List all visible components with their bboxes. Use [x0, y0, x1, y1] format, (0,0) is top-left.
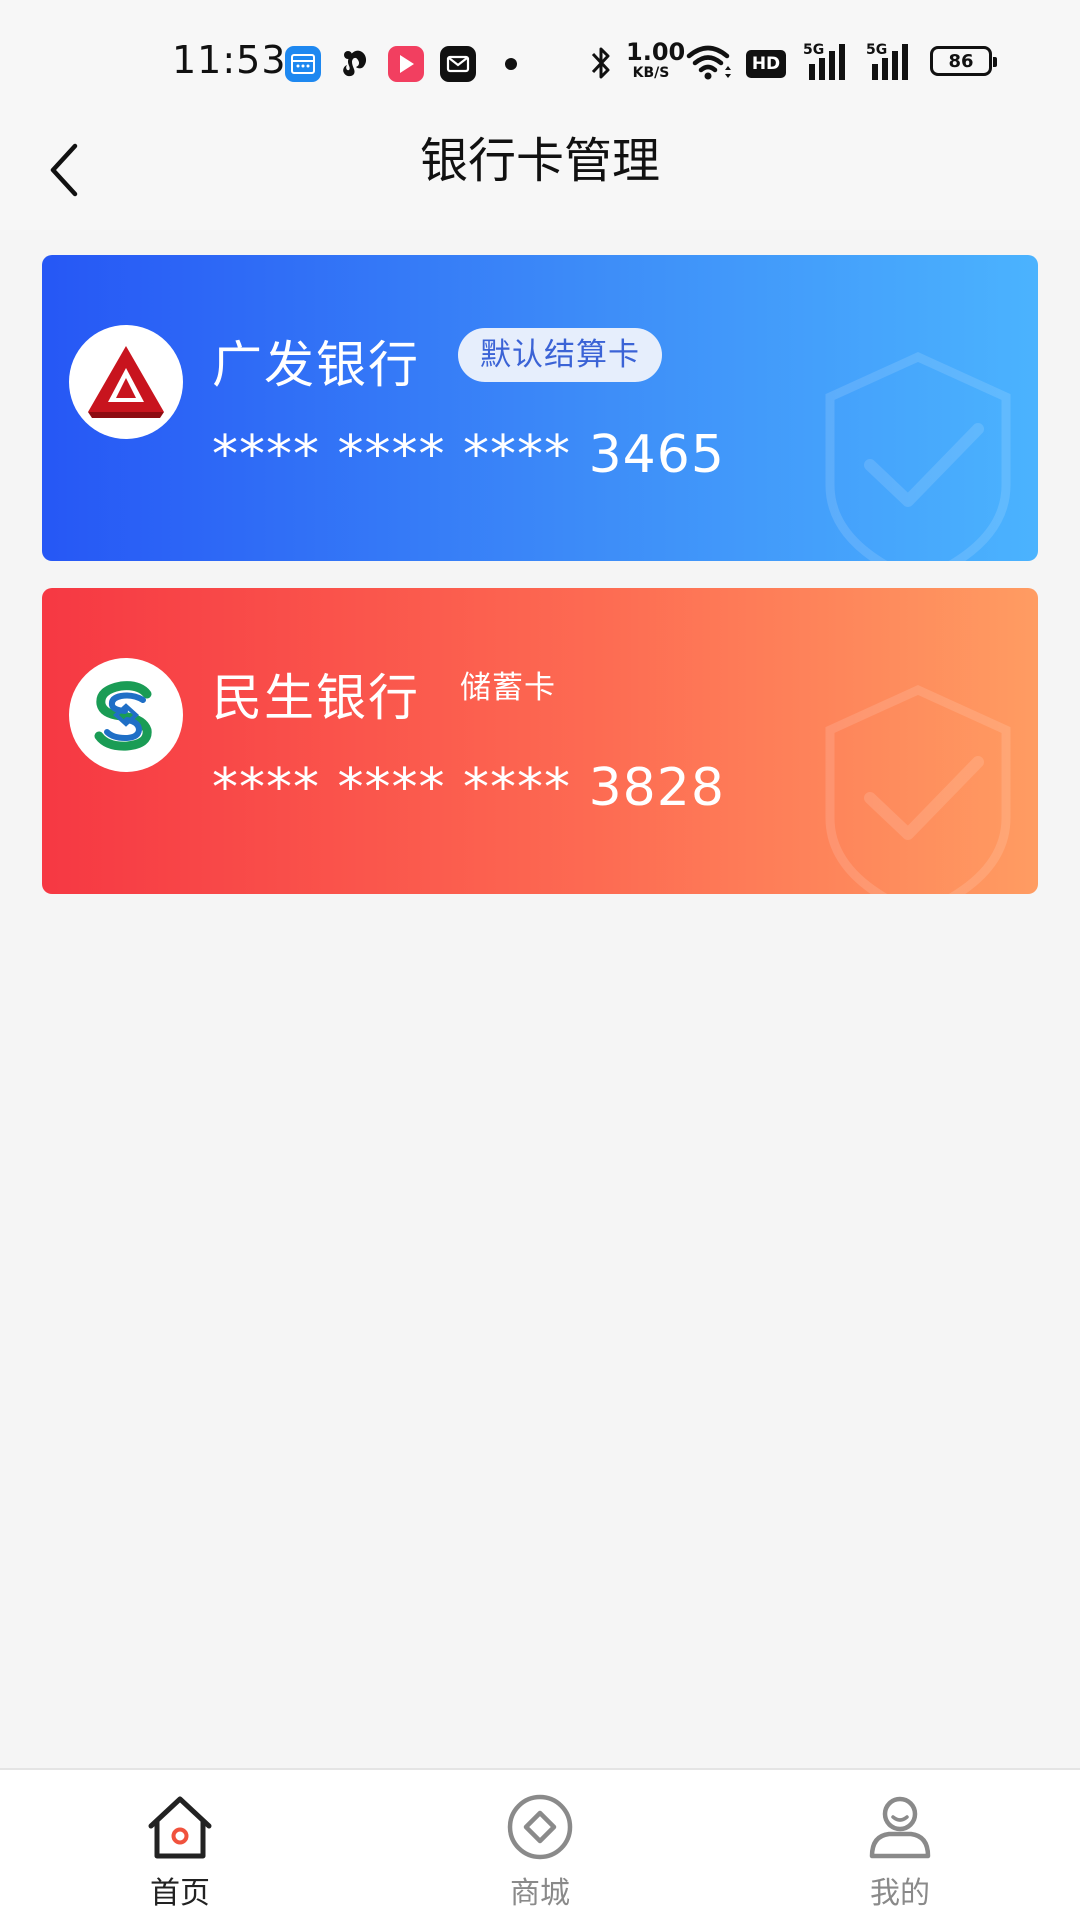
tab-mine[interactable]: 我的 [800, 1770, 1000, 1920]
wifi-icon [686, 44, 734, 84]
mall-icon [507, 1794, 573, 1860]
navigation-bar: 银行卡管理 [0, 110, 1080, 230]
bank-card-management-screen: 11:53 1.00 KB/S HD 5G 5G 86 银行卡管理 广发银行 默… [0, 0, 1080, 1920]
back-button[interactable] [30, 130, 100, 210]
chevron-left-icon [50, 143, 78, 197]
tab-mall-label: 商城 [510, 1876, 570, 1911]
cmbc-logo-icon [69, 658, 183, 772]
shield-check-icon [825, 352, 1011, 561]
home-icon [148, 1796, 212, 1859]
hd-icon: HD [746, 50, 786, 78]
calendar-app-icon [285, 46, 321, 82]
bank-name: 民生银行 [212, 669, 420, 727]
signal-icon: 5G [803, 40, 855, 84]
bottom-tab-bar: 首页 商城 我的 [0, 1768, 1080, 1920]
network-speed: 1.00 KB/S [626, 38, 686, 81]
cgb-logo-icon [69, 325, 183, 439]
battery-icon: 86 [930, 46, 997, 76]
bluetooth-icon [588, 44, 614, 86]
tab-mine-label: 我的 [870, 1876, 930, 1911]
bank-card-cmbc[interactable]: 民生银行 储蓄卡 **** **** **** 3828 [42, 588, 1038, 894]
net-speed-value: 1.00 [626, 38, 686, 66]
signal-icon: 5G [866, 40, 918, 84]
status-time: 11:53 [172, 38, 287, 82]
net-speed-unit: KB/S [632, 65, 670, 81]
video-app-icon [388, 46, 424, 82]
default-settlement-badge: 默认结算卡 [458, 328, 662, 382]
tab-mall[interactable]: 商城 [440, 1770, 640, 1920]
squirrel-app-icon [337, 46, 373, 82]
bank-name: 广发银行 [212, 336, 420, 394]
status-bar: 11:53 1.00 KB/S HD 5G 5G 86 [0, 0, 1080, 110]
tab-home-label: 首页 [150, 1876, 210, 1911]
shield-check-icon [825, 685, 1011, 894]
battery-level: 86 [948, 50, 974, 72]
user-icon [869, 1796, 931, 1859]
card-type-label: 储蓄卡 [460, 670, 556, 706]
tab-home[interactable]: 首页 [80, 1770, 280, 1920]
mail-app-icon [440, 46, 476, 82]
card-number: **** **** **** 3828 [212, 758, 725, 818]
bank-card-cgb[interactable]: 广发银行 默认结算卡 **** **** **** 3465 [42, 255, 1038, 561]
page-title: 银行卡管理 [419, 133, 660, 189]
notification-dot-icon [505, 58, 517, 70]
card-number: **** **** **** 3465 [212, 425, 725, 485]
